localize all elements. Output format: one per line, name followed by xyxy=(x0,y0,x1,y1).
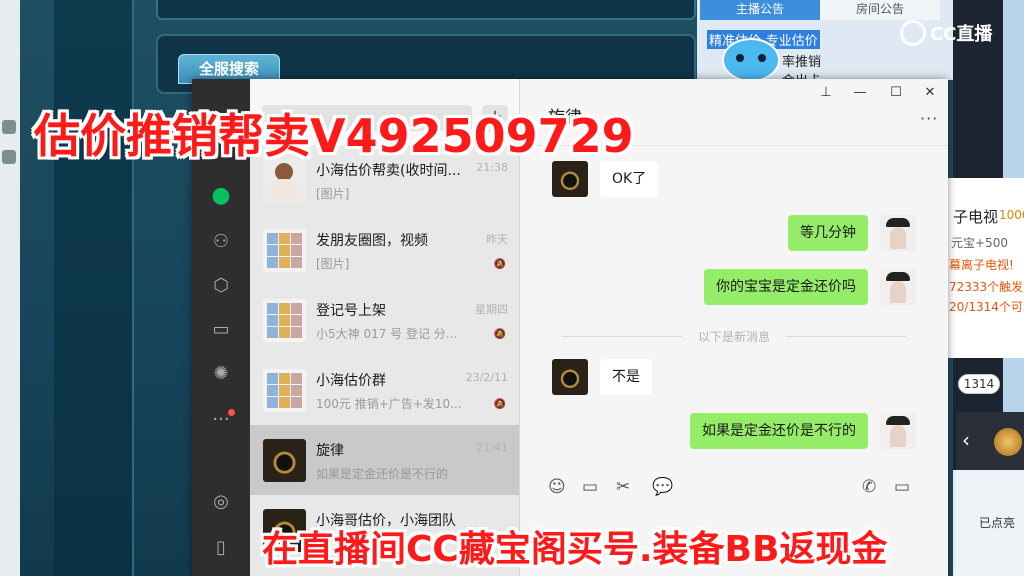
overlay-banner-bottom: 在直播间CC藏宝阁买号.装备BB返现金 xyxy=(262,529,888,570)
scissors-icon[interactable]: ✂ xyxy=(616,477,630,497)
edge-decoration xyxy=(2,120,16,134)
chat-time: 21:41 xyxy=(476,441,508,454)
chat-name: 小海估价群 xyxy=(316,373,386,389)
chat-preview: [图片] xyxy=(316,257,350,271)
mute-icon: 🔕 xyxy=(493,329,506,340)
chat-list-item-selected[interactable]: 旋律 如果是定金还价是不行的 21:41 xyxy=(250,425,519,495)
chat-name: 登记号上架 xyxy=(316,303,386,319)
chat-preview: [图片] xyxy=(316,187,350,201)
chat-name: 发朋友圈图，视频 xyxy=(316,233,428,249)
message-bubble-incoming: OK了 xyxy=(600,161,659,197)
folder-icon[interactable]: ▭ xyxy=(582,477,598,497)
maximize-icon[interactable]: ☐ xyxy=(884,83,908,103)
chat-history-icon[interactable]: 💬 xyxy=(652,477,673,497)
gift-title: 子电视 xyxy=(953,208,999,226)
message-bubble-incoming: 不是 xyxy=(600,359,652,395)
gold-coin-icon xyxy=(994,428,1022,456)
input-toolbar: ☺ ▭ ✂ 💬 ✆ ▭ xyxy=(520,471,948,507)
contact-avatar[interactable] xyxy=(552,359,588,395)
avatar xyxy=(263,369,306,412)
moments-icon[interactable]: ✺ xyxy=(209,361,233,385)
contacts-icon[interactable]: ⚇ xyxy=(209,229,233,253)
chat-preview: 100元 推销+广告+发10... xyxy=(316,397,462,411)
mascot-icon xyxy=(722,38,780,82)
folder-icon[interactable]: ▭ xyxy=(209,317,233,341)
message-bubble-outgoing: 等几分钟 xyxy=(788,215,868,251)
chat-name: 旋律 xyxy=(316,443,344,459)
cc-logo-icon xyxy=(900,20,926,46)
stream-tabs: 主播公告 房间公告 xyxy=(700,0,950,20)
edge-decoration xyxy=(2,150,16,164)
cube-icon[interactable]: ⬡ xyxy=(209,273,233,297)
message-bubble-outgoing: 如果是定金还价是不行的 xyxy=(690,413,868,449)
stream-sidebar-bottom: 已点亮 xyxy=(953,470,1024,576)
gift-carousel[interactable]: ‹ xyxy=(956,412,1024,470)
avatar xyxy=(263,299,306,342)
chat-list-item[interactable]: 小海估价群 100元 推销+广告+发10... 23/2/11 🔕 xyxy=(250,355,519,425)
chat-list-item[interactable]: 发朋友圈图，视频 [图片] 昨天 🔕 xyxy=(250,215,519,285)
emoji-icon[interactable]: ☺ xyxy=(548,477,566,497)
chevron-left-icon[interactable]: ‹ xyxy=(962,428,970,452)
close-icon[interactable]: ✕ xyxy=(918,83,942,103)
contact-avatar[interactable] xyxy=(552,161,588,197)
new-messages-divider: 以下是新消息 xyxy=(520,328,948,345)
self-avatar[interactable] xyxy=(880,413,916,449)
cc-live-logo: CC直播 xyxy=(900,20,1020,46)
more-options-button[interactable]: ··· xyxy=(920,109,938,128)
minimize-icon[interactable]: — xyxy=(848,83,872,103)
mini-program-icon[interactable]: ◎ xyxy=(209,489,233,513)
gift-card[interactable]: 子电视 1000 元宝+500 幕离子电视! 72333个触发 20/1314个… xyxy=(947,178,1024,358)
notification-dot xyxy=(228,409,235,416)
gift-number: 1000 xyxy=(999,208,1024,222)
gift-line: 幕离子电视! xyxy=(949,258,1014,272)
chat-list-item[interactable]: 登记号上架 小5大神 017 号 登记 分... 星期四 🔕 xyxy=(250,285,519,355)
chat-preview: 小5大神 017 号 登记 分... xyxy=(316,327,458,341)
chat-time: 昨天 xyxy=(486,233,508,246)
tab-room-notice[interactable]: 房间公告 xyxy=(820,0,940,20)
voice-call-icon[interactable]: ✆ xyxy=(862,477,876,497)
gift-line: 72333个触发 xyxy=(949,280,1024,294)
message-bubble-outgoing: 你的宝宝是定金还价吗 xyxy=(704,269,868,305)
gift-line: 元宝+500 xyxy=(951,236,1008,250)
mute-icon: 🔕 xyxy=(493,399,506,410)
game-top-panel xyxy=(156,0,696,20)
chat-bubble-icon[interactable]: ● xyxy=(209,183,233,208)
video-call-icon[interactable]: ▭ xyxy=(894,477,910,497)
chat-preview: 如果是定金还价是不行的 xyxy=(316,467,449,481)
notice-line: 率推销 xyxy=(782,55,822,70)
gift-count-badge[interactable]: 1314 xyxy=(958,374,1000,394)
avatar xyxy=(263,229,306,272)
overlay-banner-top: 估价推销帮卖V492509729 xyxy=(34,109,634,163)
lit-label: 已点亮 xyxy=(979,516,1016,530)
chat-time: 23/2/11 xyxy=(465,371,508,384)
pin-icon[interactable]: ⊥ xyxy=(814,83,838,103)
chat-time: 星期四 xyxy=(475,303,508,316)
left-edge-strip xyxy=(0,0,20,576)
self-avatar[interactable] xyxy=(880,215,916,251)
mute-icon: 🔕 xyxy=(493,259,506,270)
phone-icon[interactable]: ▯ xyxy=(209,535,233,559)
avatar xyxy=(263,439,306,482)
tab-anchor-notice[interactable]: 主播公告 xyxy=(700,0,820,20)
self-avatar[interactable] xyxy=(880,269,916,305)
gift-line: 20/1314个可 xyxy=(949,300,1023,314)
logo-text: CC直播 xyxy=(930,24,993,45)
game-left-panel xyxy=(54,0,134,576)
